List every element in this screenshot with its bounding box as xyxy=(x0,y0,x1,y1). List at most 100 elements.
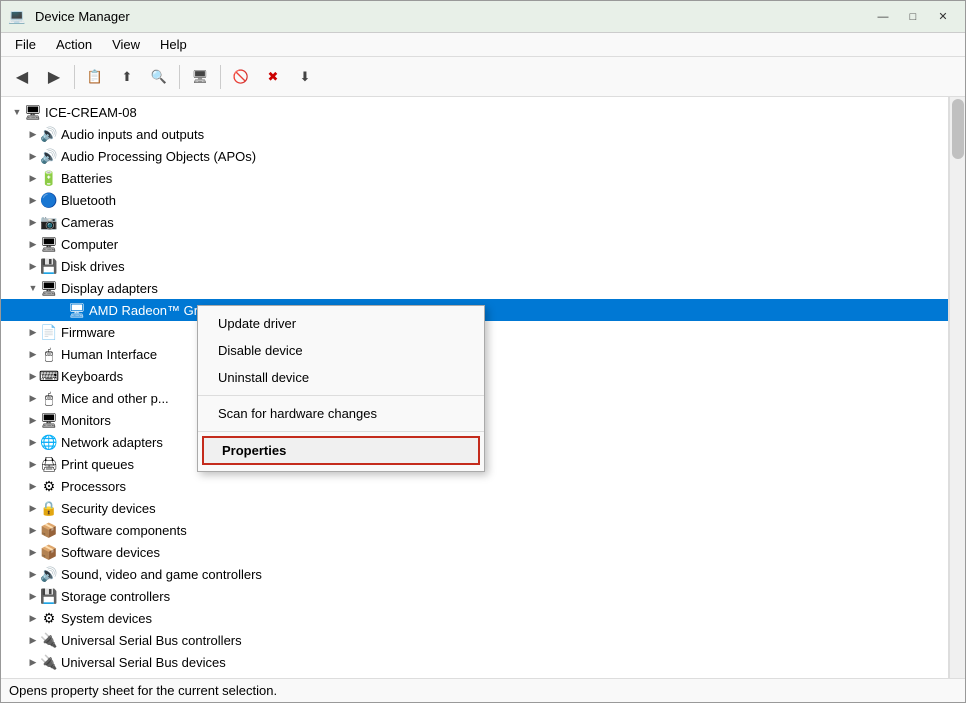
tree-item-icon: 🔊 xyxy=(41,566,57,582)
list-item[interactable]: ▶ 💾 Disk drives xyxy=(1,255,948,277)
bluetooth-icon: 🔵 xyxy=(41,192,57,208)
tree-item-icon: 🖱 xyxy=(41,346,57,362)
main-area: ▼ 🖥 ICE-CREAM-08 ▶ 🔊 Audio inputs and ou… xyxy=(1,97,965,678)
list-item[interactable]: ▶ 🔒 Security devices xyxy=(1,497,948,519)
tree-item-icon: ⚙ xyxy=(41,610,57,626)
disable-device-menu-item[interactable]: Disable device xyxy=(198,337,484,364)
tree-item-label: Audio inputs and outputs xyxy=(61,127,948,142)
close-button[interactable]: ✕ xyxy=(929,5,957,29)
window-controls: — □ ✕ xyxy=(869,5,957,29)
tree-item-label: Monitors xyxy=(61,413,948,428)
tree-item-icon: 🖱 xyxy=(41,390,57,406)
list-item[interactable]: ▶ 📦 Software components xyxy=(1,519,948,541)
tree-item-icon: 🖥 xyxy=(69,302,85,318)
disable-button[interactable]: 🚫 xyxy=(226,62,256,92)
toolbar: ◀ ▶ 📋 ⬆ 🔍 🖥 🚫 ✖ ⬇ xyxy=(1,57,965,97)
list-item[interactable]: ▶ 🔊 Audio Processing Objects (APOs) xyxy=(1,145,948,167)
tree-item-label: Bluetooth xyxy=(61,193,948,208)
expand-arrow: ▶ xyxy=(25,610,41,626)
update-driver-menu-item[interactable]: Update driver xyxy=(198,310,484,337)
list-item[interactable]: ▶ 🔵 Bluetooth xyxy=(1,189,948,211)
expand-arrow: ▶ xyxy=(25,258,41,274)
expand-arrow: ▶ xyxy=(25,478,41,494)
list-item[interactable]: ▶ 🔌 Universal Serial Bus controllers xyxy=(1,629,948,651)
expand-arrow: ▶ xyxy=(25,148,41,164)
list-item[interactable]: ▶ 🔊 Audio inputs and outputs xyxy=(1,123,948,145)
properties-menu-item[interactable]: Properties xyxy=(202,436,480,465)
tree-item-label: Processors xyxy=(61,479,948,494)
tree-item-label: Batteries xyxy=(61,171,948,186)
scrollbar[interactable] xyxy=(949,97,965,678)
tree-item-icon: 🖨 xyxy=(41,456,57,472)
uninstall-device-menu-item[interactable]: Uninstall device xyxy=(198,364,484,391)
expand-arrow: ▶ xyxy=(25,192,41,208)
menu-file[interactable]: File xyxy=(5,35,46,54)
expand-arrow: ▶ xyxy=(25,346,41,362)
root-expand-arrow: ▼ xyxy=(9,104,25,120)
tree-item-label: Audio Processing Objects (APOs) xyxy=(61,149,948,164)
scan-changes-button[interactable]: 🔍 xyxy=(144,62,174,92)
list-item[interactable]: ▶ 📷 Cameras xyxy=(1,211,948,233)
scan-hardware-menu-item[interactable]: Scan for hardware changes xyxy=(198,400,484,427)
device-manager-window: 💻 Device Manager — □ ✕ File Action View … xyxy=(0,0,966,703)
tree-item-icon: 🔋 xyxy=(41,170,57,186)
list-item[interactable]: ▶ ⚙ Processors xyxy=(1,475,948,497)
menu-bar: File Action View Help xyxy=(1,33,965,57)
tree-item-label: Firmware xyxy=(61,325,948,340)
tree-item-label: Universal Serial Bus devices xyxy=(61,655,948,670)
tree-item-label: Universal Serial Bus controllers xyxy=(61,633,948,648)
menu-help[interactable]: Help xyxy=(150,35,197,54)
context-menu-separator-2 xyxy=(198,431,484,432)
list-item[interactable]: ▶ ⚙ System devices xyxy=(1,607,948,629)
tree-item-icon: 🖥 xyxy=(41,236,57,252)
tree-item-label: Computer xyxy=(61,237,948,252)
expand-arrow: ▶ xyxy=(25,324,41,340)
tree-item-label: Sound, video and game controllers xyxy=(61,567,948,582)
status-text: Opens property sheet for the current sel… xyxy=(9,683,277,698)
tree-item-icon: 📦 xyxy=(41,544,57,560)
uninstall-button[interactable]: ✖ xyxy=(258,62,288,92)
update-driver-button[interactable]: ⬆ xyxy=(112,62,142,92)
list-item[interactable]: ▶ 🔊 Sound, video and game controllers xyxy=(1,563,948,585)
forward-button[interactable]: ▶ xyxy=(39,62,69,92)
status-bar: Opens property sheet for the current sel… xyxy=(1,678,965,702)
tree-item-icon: ⚙ xyxy=(41,478,57,494)
list-item[interactable]: ▼ 🖥 Display adapters xyxy=(1,277,948,299)
tree-item-label: Print queues xyxy=(61,457,948,472)
menu-view[interactable]: View xyxy=(102,35,150,54)
tree-item-label: Network adapters xyxy=(61,435,948,450)
expand-arrow: ▶ xyxy=(25,214,41,230)
back-button[interactable]: ◀ xyxy=(7,62,37,92)
add-button[interactable]: ⬇ xyxy=(290,62,320,92)
context-menu-separator-1 xyxy=(198,395,484,396)
list-item[interactable]: ▶ 💾 Storage controllers xyxy=(1,585,948,607)
expand-arrow: ▶ xyxy=(25,522,41,538)
maximize-button[interactable]: □ xyxy=(899,5,927,29)
title-bar-left: 💻 Device Manager xyxy=(9,9,130,25)
tree-item-icon: 🔊 xyxy=(41,148,57,164)
expand-arrow: ▶ xyxy=(25,456,41,472)
tree-item-icon: 🖥 xyxy=(41,280,57,296)
list-item[interactable]: ▶ 📦 Software devices xyxy=(1,541,948,563)
expand-arrow: ▶ xyxy=(25,566,41,582)
menu-action[interactable]: Action xyxy=(46,35,102,54)
list-item[interactable]: ▶ 🖥 Computer xyxy=(1,233,948,255)
tree-item-icon: 📄 xyxy=(41,324,57,340)
app-icon: 💻 xyxy=(9,9,25,25)
tree-item-label: Security devices xyxy=(61,501,948,516)
monitor-button[interactable]: 🖥 xyxy=(185,62,215,92)
toolbar-separator-1 xyxy=(74,65,75,89)
properties-button[interactable]: 📋 xyxy=(80,62,110,92)
tree-item-label: Cameras xyxy=(61,215,948,230)
tree-root[interactable]: ▼ 🖥 ICE-CREAM-08 xyxy=(1,101,948,123)
scrollbar-thumb[interactable] xyxy=(952,99,964,159)
tree-item-icon: 🖥 xyxy=(41,412,57,428)
expand-arrow: ▶ xyxy=(25,412,41,428)
device-tree[interactable]: ▼ 🖥 ICE-CREAM-08 ▶ 🔊 Audio inputs and ou… xyxy=(1,97,949,678)
list-item[interactable]: ▶ 🔌 Universal Serial Bus devices xyxy=(1,651,948,673)
tree-item-label: Human Interface xyxy=(61,347,948,362)
title-bar: 💻 Device Manager — □ ✕ xyxy=(1,1,965,33)
minimize-button[interactable]: — xyxy=(869,5,897,29)
list-item[interactable]: ▶ 🔋 Batteries xyxy=(1,167,948,189)
tree-item-label: Storage controllers xyxy=(61,589,948,604)
